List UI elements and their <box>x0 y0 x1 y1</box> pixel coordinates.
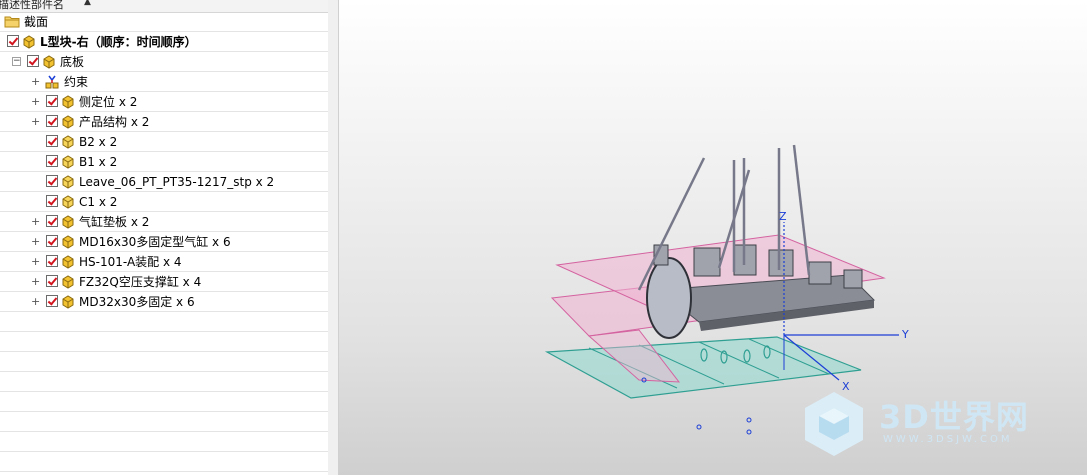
visibility-checkbox[interactable] <box>27 55 39 67</box>
tree-row-label: MD32x30多固定 x 6 <box>79 295 195 309</box>
part-icon <box>62 135 74 149</box>
visibility-checkbox[interactable] <box>46 95 58 107</box>
expand-icon[interactable]: + <box>31 235 40 248</box>
expand-icon[interactable]: + <box>31 255 40 268</box>
visibility-checkbox[interactable] <box>46 135 58 147</box>
empty-row <box>0 452 328 472</box>
sort-ascending-icon[interactable]: ▲ <box>84 0 91 7</box>
visibility-checkbox[interactable] <box>7 35 19 47</box>
tree-row-label: B2 x 2 <box>79 135 118 149</box>
tree-row-component[interactable]: Leave_06_PT_PT35-1217_stp x 2 <box>0 172 328 192</box>
visibility-checkbox[interactable] <box>46 215 58 227</box>
assembly-navigator: 描述性部件名 ▲ 截面 L型块-右（顺序：时间顺序） − 底板 + 约束 + 侧… <box>0 0 329 475</box>
assembly-icon <box>62 215 74 229</box>
assembly-icon <box>62 235 74 249</box>
tree-row-label: 截面 <box>24 15 49 29</box>
visibility-checkbox[interactable] <box>46 255 58 267</box>
assembly-icon <box>23 35 35 49</box>
tree-row-label: C1 x 2 <box>79 195 118 209</box>
tree-row-root-assembly[interactable]: L型块-右（顺序：时间顺序） <box>0 32 328 52</box>
tree-row-component[interactable]: + 气缸垫板 x 2 <box>0 212 328 232</box>
assembly-icon <box>62 95 74 109</box>
tree-row-label: Leave_06_PT_PT35-1217_stp x 2 <box>79 175 275 189</box>
watermark-url: WWW.3DSJW.COM <box>883 434 1013 445</box>
part-icon <box>62 175 74 189</box>
tree-row-component[interactable]: B1 x 2 <box>0 152 328 172</box>
empty-row <box>0 312 328 332</box>
empty-row <box>0 352 328 372</box>
axis-y-label: Y <box>901 328 909 341</box>
tree-row-label: 气缸垫板 x 2 <box>79 215 150 229</box>
assembly-icon <box>43 55 55 69</box>
part-icon <box>62 195 74 209</box>
visibility-checkbox[interactable] <box>46 115 58 127</box>
cube-logo-icon <box>805 392 863 456</box>
tree-row-component[interactable]: + MD32x30多固定 x 6 <box>0 292 328 312</box>
assembly-icon <box>62 255 74 269</box>
watermark-title: 3D世界网 <box>879 398 1029 436</box>
visibility-checkbox[interactable] <box>46 235 58 247</box>
tree-row-base-plate[interactable]: − 底板 <box>0 52 328 72</box>
empty-row <box>0 372 328 392</box>
assembly-icon <box>62 275 74 289</box>
tree-row-component[interactable]: B2 x 2 <box>0 132 328 152</box>
tree-row-label: L型块-右（顺序：时间顺序） <box>40 35 197 49</box>
visibility-checkbox[interactable] <box>46 155 58 167</box>
tree-row-component[interactable]: + FZ32Q空压支撑缸 x 4 <box>0 272 328 292</box>
column-label: 描述性部件名 <box>0 0 64 11</box>
round-disc <box>646 257 692 339</box>
expand-icon[interactable]: + <box>31 215 40 228</box>
tree-row-component[interactable]: + HS-101-A装配 x 4 <box>0 252 328 272</box>
tree-row-label: B1 x 2 <box>79 155 118 169</box>
tree-row-component[interactable]: + 侧定位 x 2 <box>0 92 328 112</box>
panel-splitter[interactable] <box>328 0 339 475</box>
assembly-icon <box>62 115 74 129</box>
empty-row <box>0 392 328 412</box>
graphics-viewport[interactable]: Z Y X 3D世界网 WWW.3DSJW.COM <box>339 0 1087 475</box>
part-icon <box>62 155 74 169</box>
tree-row-component[interactable]: + MD16x30多固定型气缸 x 6 <box>0 232 328 252</box>
tree-row-constraints[interactable]: + 约束 <box>0 72 328 92</box>
watermark: 3D世界网 WWW.3DSJW.COM <box>799 388 1079 458</box>
assembly-icon <box>62 295 74 309</box>
visibility-checkbox[interactable] <box>46 275 58 287</box>
visibility-checkbox[interactable] <box>46 295 58 307</box>
expand-icon[interactable]: + <box>31 275 40 288</box>
tree-row-label: HS-101-A装配 x 4 <box>79 255 182 269</box>
empty-row <box>0 432 328 452</box>
tree-row-label: 产品结构 x 2 <box>79 115 150 129</box>
tree-row-label: 底板 <box>60 55 85 69</box>
tree-row-label: MD16x30多固定型气缸 x 6 <box>79 235 231 249</box>
constraint-icon <box>45 75 59 89</box>
empty-row <box>0 412 328 432</box>
tree-row-sections[interactable]: 截面 <box>0 12 328 32</box>
tree-row-component[interactable]: + 产品结构 x 2 <box>0 112 328 132</box>
tree-row-label: 侧定位 x 2 <box>79 95 138 109</box>
axis-z-label: Z <box>779 210 787 223</box>
tree-row-component[interactable]: C1 x 2 <box>0 192 328 212</box>
visibility-checkbox[interactable] <box>46 175 58 187</box>
expand-icon[interactable]: + <box>31 95 40 108</box>
expand-icon[interactable]: + <box>31 75 40 88</box>
visibility-checkbox[interactable] <box>46 195 58 207</box>
expand-icon[interactable]: + <box>31 115 40 128</box>
collapse-icon[interactable]: − <box>12 57 21 66</box>
expand-icon[interactable]: + <box>31 295 40 308</box>
folder-icon <box>4 16 20 28</box>
empty-row <box>0 332 328 352</box>
tree-row-label: 约束 <box>64 75 89 89</box>
tree-row-label: FZ32Q空压支撑缸 x 4 <box>79 275 202 289</box>
